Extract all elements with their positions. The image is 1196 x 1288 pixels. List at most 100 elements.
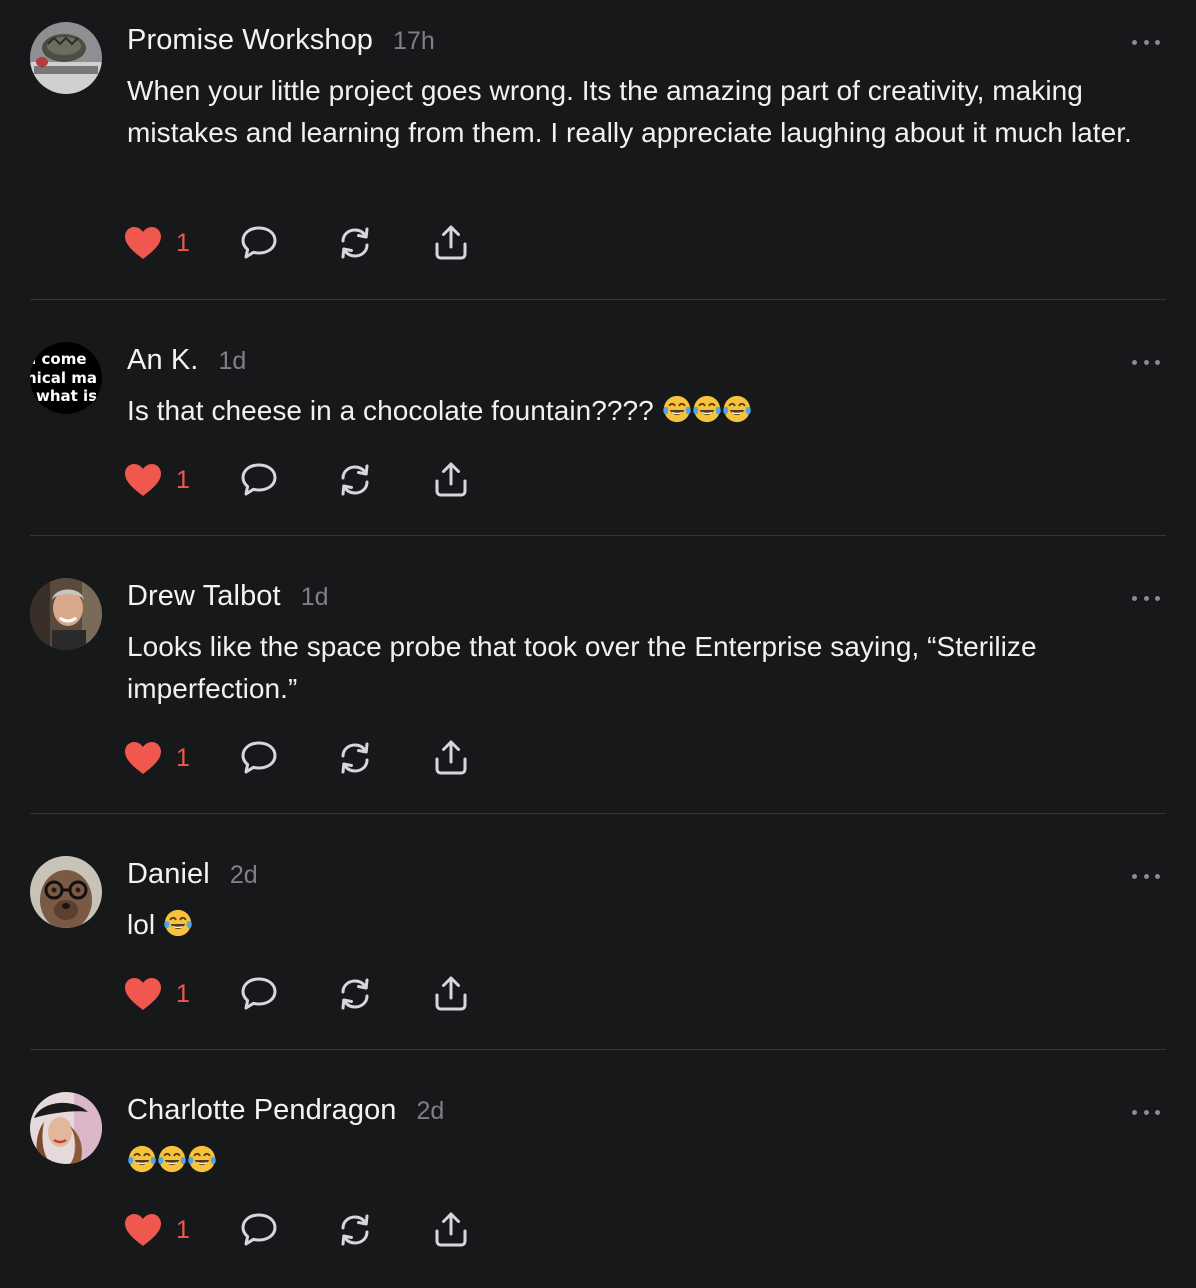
avatar-text: what is (36, 387, 97, 405)
reply-button[interactable] (240, 1212, 336, 1248)
laughing-emoji-icon (722, 395, 751, 423)
speech-bubble-icon (241, 463, 277, 496)
like-count: 1 (176, 1215, 190, 1244)
repost-arrows-icon (341, 742, 369, 774)
action-bar: 1 (124, 460, 492, 500)
action-bar: 1 (124, 974, 492, 1014)
heart-icon (125, 464, 161, 496)
comment-text: Looks like the space probe that took ove… (127, 631, 1037, 704)
comment-item: Charlotte Pendragon 2d 1 (0, 1070, 1196, 1288)
comment-text: lol (127, 904, 1172, 946)
reply-button[interactable] (240, 740, 336, 776)
share-upload-icon (435, 462, 467, 497)
action-bar: 1 (124, 223, 492, 263)
repost-arrows-icon (341, 978, 369, 1010)
repost-button[interactable] (336, 462, 432, 498)
repost-arrows-icon (341, 1214, 369, 1246)
author-name[interactable]: Promise Workshop (127, 24, 373, 57)
like-button[interactable]: 1 (124, 741, 240, 775)
heart-icon (125, 978, 161, 1010)
comment-header: Charlotte Pendragon 2d (127, 1094, 444, 1127)
comment-item: ll come hical ma what is An K. 1d Is tha… (0, 320, 1196, 536)
comment-text-content: lol (127, 909, 163, 940)
speech-bubble-icon (241, 226, 277, 259)
share-button[interactable] (432, 975, 492, 1013)
avatar[interactable] (30, 578, 102, 650)
share-button[interactable] (432, 739, 492, 777)
divider (30, 813, 1166, 814)
like-button[interactable]: 1 (124, 463, 240, 497)
comment-header: Drew Talbot 1d (127, 580, 329, 613)
laughing-emoji-icon (158, 1145, 186, 1173)
comment-header: Daniel 2d (127, 858, 258, 891)
share-button[interactable] (432, 1211, 492, 1249)
heart-icon (125, 227, 161, 259)
reply-button[interactable] (240, 225, 336, 261)
like-button[interactable]: 1 (124, 977, 240, 1011)
comment-text-content: Is that cheese in a chocolate fountain??… (127, 395, 662, 426)
avatar[interactable] (30, 22, 102, 94)
heart-icon (125, 742, 161, 774)
like-count: 1 (176, 465, 190, 494)
action-bar: 1 (124, 1210, 492, 1250)
more-options-icon[interactable] (1132, 1108, 1160, 1116)
laughing-emoji-icon (164, 909, 192, 937)
reply-button[interactable] (240, 462, 336, 498)
laughing-emoji-group (127, 1145, 217, 1176)
comment-header: An K. 1d (127, 344, 246, 377)
laughing-emoji-icon (128, 1145, 156, 1173)
laughing-emoji-icon (662, 395, 691, 423)
avatar[interactable]: ll come hical ma what is (30, 342, 102, 414)
timestamp: 1d (218, 347, 247, 375)
comment-header: Promise Workshop 17h (127, 24, 435, 57)
speech-bubble-icon (241, 1213, 277, 1246)
comment-text: Is that cheese in a chocolate fountain??… (127, 390, 1172, 432)
repost-button[interactable] (336, 976, 432, 1012)
speech-bubble-icon (241, 977, 277, 1010)
like-count: 1 (176, 228, 190, 257)
comments-feed: Promise Workshop 17h When your little pr… (0, 0, 1196, 1288)
share-button[interactable] (432, 461, 492, 499)
divider (30, 535, 1166, 536)
divider (30, 299, 1166, 300)
like-count: 1 (176, 979, 190, 1008)
repost-button[interactable] (336, 740, 432, 776)
comment-item: Daniel 2d lol 1 (0, 834, 1196, 1050)
timestamp: 17h (393, 27, 435, 55)
share-upload-icon (435, 976, 467, 1011)
share-upload-icon (435, 740, 467, 775)
like-button[interactable]: 1 (124, 1213, 240, 1247)
more-options-icon[interactable] (1132, 38, 1160, 46)
heart-icon (125, 1214, 161, 1246)
repost-button[interactable] (336, 1212, 432, 1248)
more-options-icon[interactable] (1132, 594, 1160, 602)
comment-item: Promise Workshop 17h When your little pr… (0, 0, 1196, 300)
author-name[interactable]: An K. (127, 344, 198, 377)
divider (30, 1049, 1166, 1050)
avatar-text: hical ma (30, 369, 97, 387)
share-button[interactable] (432, 224, 492, 262)
comment-text (127, 1140, 1172, 1182)
like-count: 1 (176, 743, 190, 772)
avatar-text: ll come (30, 350, 87, 368)
repost-arrows-icon (341, 227, 369, 259)
laughing-emoji-icon (188, 1145, 216, 1173)
more-options-icon[interactable] (1132, 358, 1160, 366)
speech-bubble-icon (241, 741, 277, 774)
like-button[interactable]: 1 (124, 226, 240, 260)
avatar[interactable] (30, 856, 102, 928)
share-upload-icon (435, 225, 467, 260)
author-name[interactable]: Drew Talbot (127, 580, 281, 613)
comment-item: Drew Talbot 1d Looks like the space prob… (0, 556, 1196, 814)
more-options-icon[interactable] (1132, 872, 1160, 880)
laughing-emoji-group (163, 909, 193, 940)
share-upload-icon (435, 1212, 467, 1247)
author-name[interactable]: Charlotte Pendragon (127, 1094, 397, 1127)
author-name[interactable]: Daniel (127, 858, 210, 891)
repost-button[interactable] (336, 225, 432, 261)
timestamp: 2d (416, 1097, 445, 1125)
timestamp: 2d (229, 861, 258, 889)
avatar[interactable] (30, 1092, 102, 1164)
laughing-emoji-icon (692, 395, 721, 423)
reply-button[interactable] (240, 976, 336, 1012)
